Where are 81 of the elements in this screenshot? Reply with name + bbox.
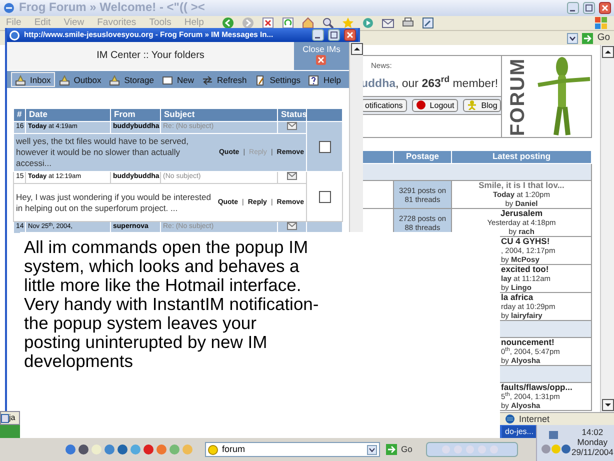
address-field[interactable]: forum [205, 442, 380, 457]
tray-icons-drawing [541, 430, 572, 456]
topic-title[interactable]: la africa [501, 293, 534, 302]
folder-tab[interactable]: Inbox [11, 72, 55, 87]
media-icon[interactable] [362, 17, 374, 29]
envelope-icon [287, 122, 297, 130]
tray-icon [15, 75, 26, 86]
tray-icon [58, 75, 70, 86]
folder-tab[interactable]: Settings [250, 72, 304, 87]
minimize-icon[interactable] [312, 29, 324, 41]
go-button[interactable]: Go [582, 32, 610, 44]
back-icon[interactable] [222, 17, 234, 29]
flag-icon [594, 16, 608, 30]
message-checkbox[interactable] [318, 140, 330, 152]
maximize-icon[interactable] [328, 29, 340, 41]
app-icon[interactable] [104, 444, 115, 455]
folder-tab[interactable]: Refresh [198, 72, 251, 87]
app-icon[interactable] [65, 444, 76, 455]
clock-time: 14:02 [580, 428, 604, 438]
folder-heading: IM Center :: Your folders [7, 42, 294, 70]
folder-tab[interactable]: Outbox [54, 72, 106, 87]
column-header: Date [26, 108, 110, 122]
topic-title[interactable]: Smile, it is I that lov... [478, 181, 564, 190]
dropdown-arrow-icon [367, 444, 377, 454]
app-icon[interactable] [117, 444, 128, 455]
go-button[interactable]: Go [380, 443, 418, 456]
folder-tab[interactable]: Storage [105, 72, 158, 87]
arrows-icon [202, 75, 213, 86]
scroll-up-icon[interactable] [350, 43, 363, 55]
caption-text: All im commands open the popup IM system, which looks and behaves a little more like the Hotmail interface. Very handy with InstantIM notification- the popup system leaves your posting uninterupted by new IM developments [24, 238, 320, 371]
envelope-icon [287, 222, 297, 230]
column-header: From [110, 108, 160, 122]
close-icon[interactable] [344, 29, 356, 41]
app-icon[interactable] [78, 444, 89, 455]
topic-title[interactable]: Jerusalem [500, 209, 543, 218]
minimize-icon[interactable] [567, 2, 579, 14]
topic-title[interactable]: faults/flaws/opp... [501, 383, 572, 392]
printer-icon[interactable] [402, 17, 414, 29]
column-header: Postage [394, 150, 452, 164]
close-icon [316, 54, 326, 65]
close-icon[interactable] [599, 2, 611, 14]
status-text: Internet [519, 414, 550, 424]
column-header: Subject [160, 108, 278, 122]
message-preview: well yes, the txt files would have to be served, however it would be no slower than actually accessi... [16, 136, 190, 169]
topic-title[interactable]: excited too! [501, 265, 549, 274]
app-icon[interactable] [143, 444, 154, 455]
message-preview: Hey, I was just wondering if you would be interested in helping out on the superforum project. ... [16, 192, 212, 214]
edit-icon[interactable] [422, 17, 434, 29]
search-icon[interactable] [322, 17, 334, 29]
stop-sign-icon [416, 100, 426, 110]
scroll-up-icon[interactable] [602, 46, 614, 58]
arrow-icon [386, 444, 397, 455]
mail-icon[interactable] [382, 17, 394, 29]
folder-tab[interactable]: New [158, 72, 198, 87]
topic-title[interactable]: CU 4 GYHS! [501, 237, 550, 246]
forum-button[interactable]: otifications [361, 98, 407, 112]
refresh-icon[interactable] [282, 17, 294, 29]
envelope-icon [287, 172, 297, 180]
column-header: # [14, 108, 26, 122]
message-checkbox[interactable] [318, 190, 330, 202]
forward-icon[interactable] [242, 17, 254, 29]
logo-text: FORUM [506, 57, 530, 136]
folder-tab[interactable]: Help [304, 72, 345, 87]
figure-icon [467, 100, 478, 110]
column-header: Status [278, 108, 306, 122]
taskbar-button[interactable]: ja [0, 411, 20, 425]
page-icon [1, 414, 9, 422]
maximize-icon[interactable] [583, 2, 595, 14]
window-title: Frog Forum » Welcome! - <"(( >< [19, 1, 206, 15]
star-icon[interactable] [342, 17, 354, 29]
smiley-icon [208, 444, 218, 454]
forum-button[interactable]: Logout [412, 98, 458, 112]
clock-day: Monday [571, 438, 614, 448]
stop-icon[interactable] [262, 17, 274, 29]
forum-button[interactable]: Blog [463, 98, 502, 112]
clock-date: 29/11/2004 [571, 448, 614, 458]
column-header: Latest posting [452, 150, 592, 164]
scroll-down-icon[interactable] [602, 399, 614, 411]
taskbar-button[interactable]: do-jes... [502, 426, 536, 438]
tray-icon [109, 75, 120, 86]
topic-title[interactable]: nouncement! [501, 338, 554, 347]
